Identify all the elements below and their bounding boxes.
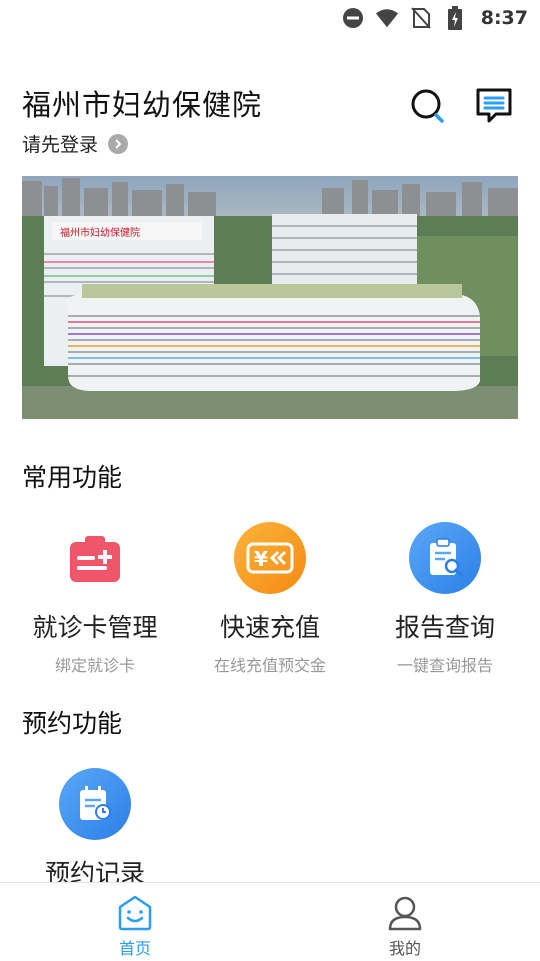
message-button[interactable] [474,86,514,126]
quick-recharge[interactable]: ¥ 快速充值 在线充值预交金 [185,522,355,676]
hospital-building-image: 福州市妇幼保健院 [22,176,518,419]
login-link[interactable]: 请先登录 [22,130,129,157]
page-title: 福州市妇幼保健院 [22,88,263,122]
header: 福州市妇幼保健院 请先登录 [22,82,518,162]
recharge-yen-icon: ¥ [234,522,306,594]
wifi-icon [375,6,399,30]
appointment-record-icon [59,768,131,840]
func-title: 快速充值 [219,613,320,642]
search-icon [411,89,444,123]
appointment-record[interactable]: 预约记录 [10,768,180,890]
medical-card-management[interactable]: 就诊卡管理 绑定就诊卡 [10,522,180,676]
report-search-icon [409,522,481,594]
status-time: 8:37 [480,7,528,29]
chevron-right-icon [108,133,129,154]
nav-label-mine: 我的 [388,939,421,958]
no-sim-icon [409,6,433,30]
section-title-appointment: 预约功能 [22,709,123,738]
nav-item-mine[interactable]: 我的 [270,883,540,961]
section-title-common: 常用功能 [22,463,123,492]
message-icon [476,88,512,123]
status-bar: 8:37 [0,0,540,36]
func-subtitle: 绑定就诊卡 [54,656,135,675]
bottom-nav: 首页 我的 [0,882,540,961]
nav-item-home[interactable]: 首页 [0,883,270,961]
user-profile-icon [388,896,422,931]
login-prompt[interactable]: 请先登录 [22,130,98,157]
battery-charging-icon [443,6,467,30]
search-button[interactable] [410,88,448,126]
nav-label-home: 首页 [118,939,151,958]
report-query[interactable]: 报告查询 一键查询报告 [360,522,530,676]
func-subtitle: 一键查询报告 [396,656,493,675]
svg-text:¥: ¥ [254,547,268,571]
func-title: 就诊卡管理 [32,613,158,642]
home-smile-icon [118,895,152,931]
func-subtitle: 在线充值预交金 [213,656,326,675]
do-not-disturb-icon [341,6,365,30]
func-title: 报告查询 [394,613,495,642]
building-sign: 福州市妇幼保健院 [60,226,140,239]
medical-card-icon [59,522,131,594]
hospital-banner[interactable]: 福州市妇幼保健院 [22,176,518,419]
